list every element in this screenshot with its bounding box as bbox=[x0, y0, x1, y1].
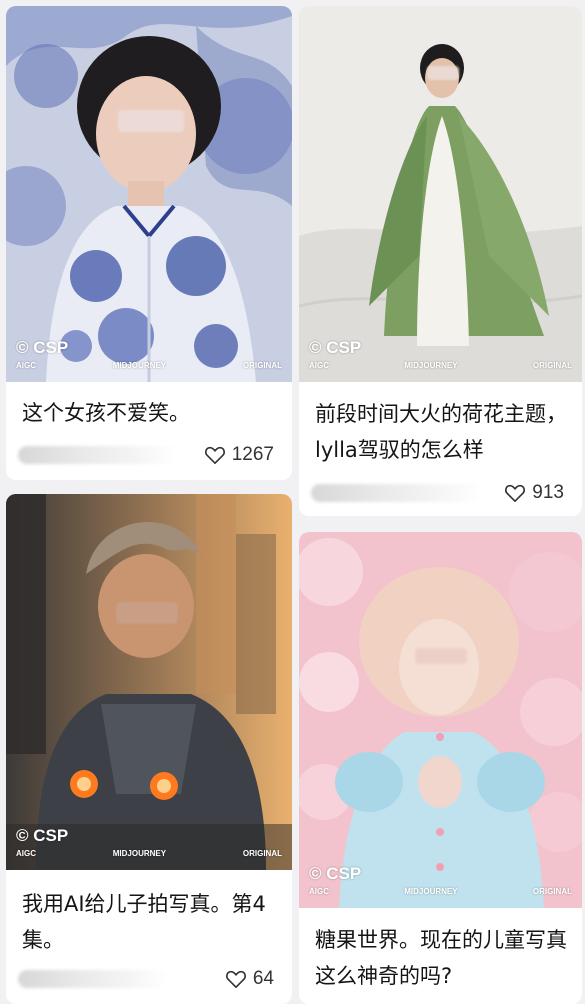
author-blurred[interactable] bbox=[18, 970, 168, 988]
like-count: 913 bbox=[532, 482, 564, 503]
post-caption[interactable]: 我用AI给儿子拍写真。第4集。 bbox=[22, 886, 280, 958]
heart-outline-icon bbox=[505, 484, 526, 502]
watermark: © CSP AIGC MIDJOURNEY ORIGINAL bbox=[16, 338, 282, 370]
face-blur bbox=[116, 602, 178, 624]
like-button[interactable]: 1267 bbox=[204, 440, 274, 470]
porcelain-girl-image bbox=[6, 6, 292, 382]
like-button[interactable]: 64 bbox=[225, 964, 274, 994]
post-image[interactable]: © CSP AIGC MIDJOURNEY ORIGINAL bbox=[299, 6, 582, 382]
like-count: 1267 bbox=[231, 444, 274, 465]
author-blurred[interactable] bbox=[18, 446, 178, 464]
watermark: © CSP AIGC MIDJOURNEY ORIGINAL bbox=[309, 864, 572, 896]
post-image[interactable]: © CSP AIGC MIDJOURNEY ORIGINAL bbox=[299, 532, 582, 908]
face-blur bbox=[118, 110, 184, 132]
face-blur bbox=[427, 66, 459, 80]
robot-boy-image bbox=[6, 494, 292, 870]
author-blurred[interactable] bbox=[311, 484, 481, 502]
green-robe-boy-image bbox=[299, 6, 582, 382]
watermark: © CSP AIGC MIDJOURNEY ORIGINAL bbox=[309, 338, 572, 370]
post-meta: 64 bbox=[18, 964, 280, 994]
post-card[interactable]: © CSP AIGC MIDJOURNEY ORIGINAL 前段时间大火的荷花主题… bbox=[299, 6, 582, 516]
heart-outline-icon bbox=[225, 970, 246, 988]
candy-girl-image bbox=[299, 532, 582, 908]
like-count: 64 bbox=[252, 968, 274, 989]
post-card[interactable]: © CSP AIGC MIDJOURNEY ORIGINAL 糖果世界。现在的儿童写… bbox=[299, 532, 582, 1004]
face-blur bbox=[415, 648, 467, 664]
like-button[interactable]: 913 bbox=[504, 478, 564, 508]
post-meta: 913 bbox=[311, 478, 570, 508]
post-meta: 1267 bbox=[18, 440, 280, 470]
post-card[interactable]: © CSP AIGC MIDJOURNEY ORIGINAL 我用AI给儿子拍写真。… bbox=[6, 494, 292, 1004]
post-caption[interactable]: 前段时间大火的荷花主题，lylla驾驭的怎么样 bbox=[315, 396, 570, 468]
watermark: © CSP AIGC MIDJOURNEY ORIGINAL bbox=[16, 826, 282, 858]
post-caption[interactable]: 这个女孩不爱笑。 bbox=[22, 395, 280, 431]
heart-outline-icon bbox=[204, 446, 225, 464]
post-image[interactable]: © CSP AIGC MIDJOURNEY ORIGINAL bbox=[6, 494, 292, 870]
post-card[interactable]: © CSP AIGC MIDJOURNEY ORIGINAL 这个女孩不爱笑。 12… bbox=[6, 6, 292, 480]
post-image[interactable]: © CSP AIGC MIDJOURNEY ORIGINAL bbox=[6, 6, 292, 382]
post-caption[interactable]: 糖果世界。现在的儿童写真这么神奇的吗? bbox=[315, 922, 570, 994]
